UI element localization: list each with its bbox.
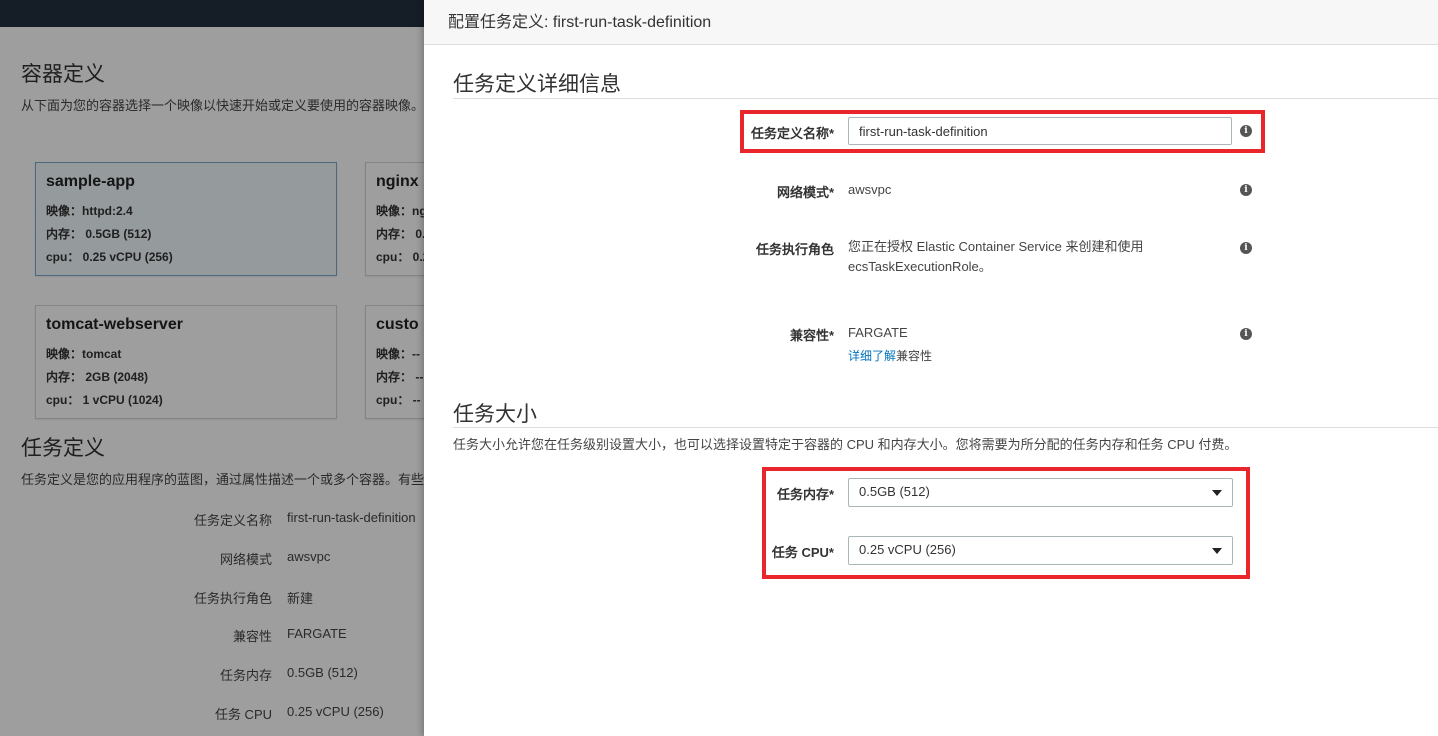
task-memory-select[interactable]: 0.5GB (512) — [848, 478, 1233, 507]
configure-task-definition-panel: 配置任务定义: first-run-task-definition 任务定义详细… — [424, 0, 1438, 736]
compatibility-info-icon[interactable]: i — [1240, 328, 1252, 340]
panel-header: 配置任务定义: first-run-task-definition — [424, 0, 1438, 45]
execution-role-label: 任务执行角色 — [755, 242, 834, 257]
task-memory-label: 任务内存* — [776, 487, 834, 502]
task-cpu-selected: 0.25 vCPU (256) — [859, 542, 956, 557]
task-name-info-icon[interactable]: i — [1240, 125, 1252, 137]
task-memory-selected: 0.5GB (512) — [859, 484, 930, 499]
caret-down-icon — [1212, 490, 1222, 496]
task-name-label: 任务定义名称* — [750, 126, 834, 141]
task-size-heading: 任务大小 — [453, 403, 537, 426]
compatibility-learn-more: 详细了解兼容性 — [848, 346, 932, 366]
learn-more-link[interactable]: 详细了解 — [848, 349, 896, 363]
section-divider — [453, 98, 1438, 99]
execution-role-info-icon[interactable]: i — [1240, 242, 1252, 254]
task-size-description: 任务大小允许您在任务级别设置大小，也可以选择设置特定于容器的 CPU 和内存大小… — [453, 437, 1238, 452]
learn-more-suffix: 兼容性 — [896, 349, 933, 363]
caret-down-icon — [1212, 548, 1222, 554]
network-mode-value: awsvpc — [848, 182, 892, 197]
network-mode-info-icon[interactable]: i — [1240, 184, 1252, 196]
task-cpu-label: 任务 CPU* — [771, 545, 834, 560]
task-cpu-select[interactable]: 0.25 vCPU (256) — [848, 536, 1233, 565]
compatibility-value: FARGATE — [848, 325, 908, 340]
section-divider — [453, 427, 1438, 428]
network-mode-label: 网络模式* — [776, 185, 834, 200]
panel-title: 配置任务定义: first-run-task-definition — [448, 14, 712, 31]
task-name-input[interactable] — [848, 117, 1232, 145]
task-details-heading: 任务定义详细信息 — [453, 73, 621, 96]
execution-role-value: 您正在授权 Elastic Container Service 来创建和使用 e… — [848, 239, 1144, 274]
compatibility-label: 兼容性* — [789, 328, 834, 343]
